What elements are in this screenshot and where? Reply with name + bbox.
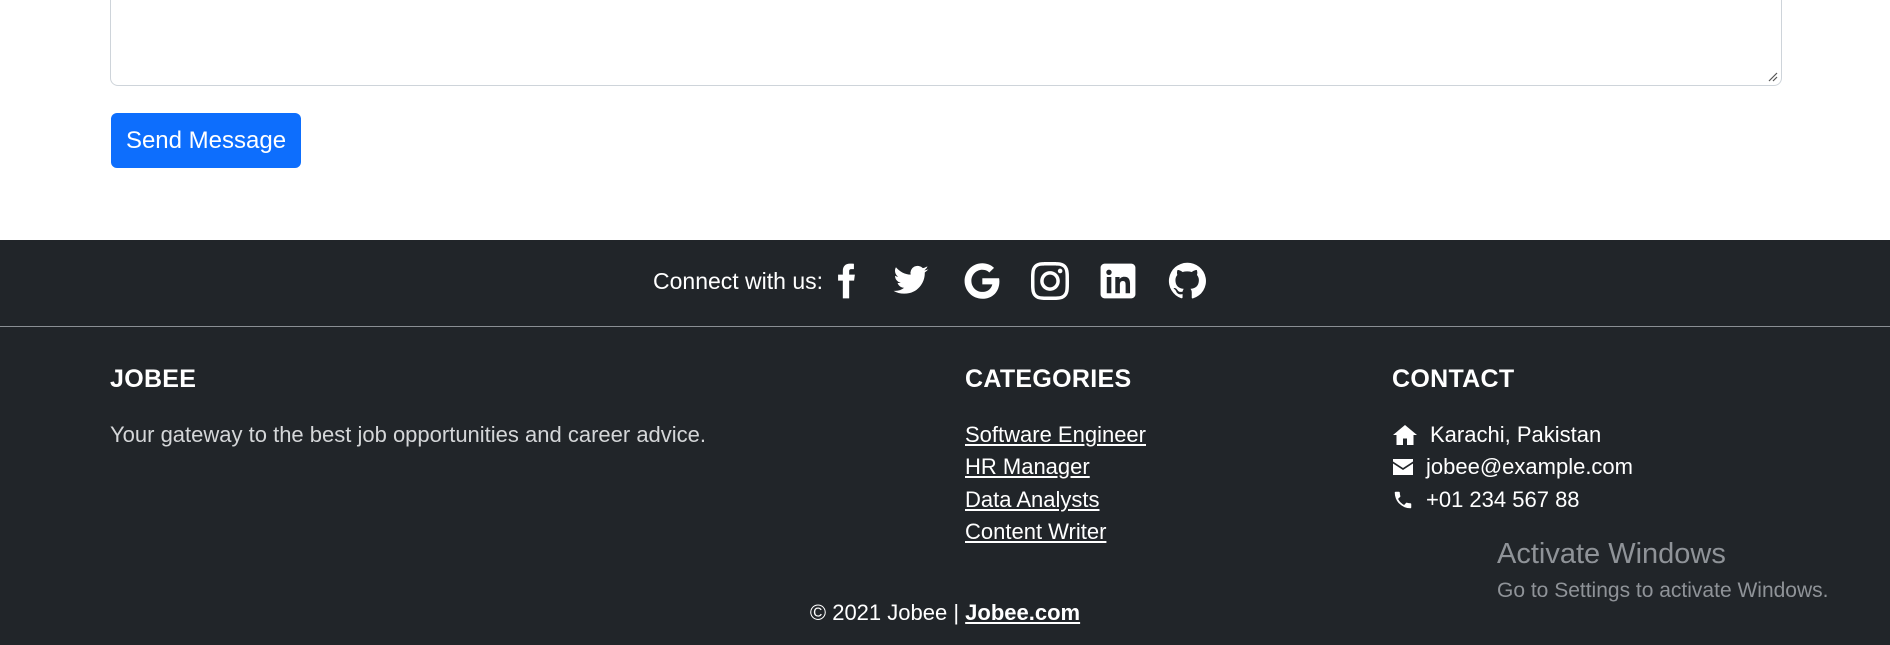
connect-label: Connect with us: (653, 268, 824, 294)
github-icon[interactable] (1167, 261, 1207, 301)
resize-handle-icon[interactable] (1766, 70, 1778, 82)
twitter-icon[interactable] (891, 261, 931, 301)
about-title: JOBEE (110, 365, 197, 393)
about-text: Your gateway to the best job opportuniti… (110, 422, 707, 447)
contact-title: CONTACT (1392, 365, 1515, 393)
message-textarea[interactable] (110, 0, 1782, 86)
address-text: Karachi, Pakistan (1430, 422, 1602, 447)
contact-address: Karachi, Pakistan (1392, 422, 1601, 448)
copyright-text: © 2021 Jobee | (809, 600, 960, 625)
contact-phone: +01 234 567 88 (1392, 487, 1580, 513)
activate-windows-title: Activate Windows (1497, 538, 1726, 570)
envelope-icon (1393, 459, 1413, 475)
instagram-icon[interactable] (1030, 261, 1070, 301)
linkedin-icon[interactable] (1098, 261, 1138, 301)
facebook-icon[interactable] (826, 261, 866, 301)
google-icon[interactable] (962, 261, 1002, 301)
site-link[interactable]: Jobee.com (965, 600, 1080, 625)
category-link-software-engineer[interactable]: Software Engineer (965, 422, 1146, 448)
contact-form-section: Send Message (0, 0, 1890, 240)
copyright: © 2021 Jobee | Jobee.com (0, 600, 1890, 626)
activate-windows-subtitle: Go to Settings to activate Windows. (1497, 579, 1829, 602)
category-link-hr-manager[interactable]: HR Manager (965, 454, 1090, 480)
phone-icon (1394, 491, 1412, 509)
home-icon (1393, 425, 1417, 445)
social-bar: Connect with us: (0, 240, 1890, 327)
category-link-content-writer[interactable]: Content Writer (965, 519, 1106, 545)
categories-title: CATEGORIES (965, 365, 1132, 393)
contact-email: jobee@example.com (1392, 454, 1633, 480)
email-text: jobee@example.com (1426, 454, 1633, 479)
category-link-data-analysts[interactable]: Data Analysts (965, 487, 1100, 513)
send-message-button[interactable]: Send Message (111, 113, 301, 168)
phone-text: +01 234 567 88 (1426, 487, 1580, 512)
